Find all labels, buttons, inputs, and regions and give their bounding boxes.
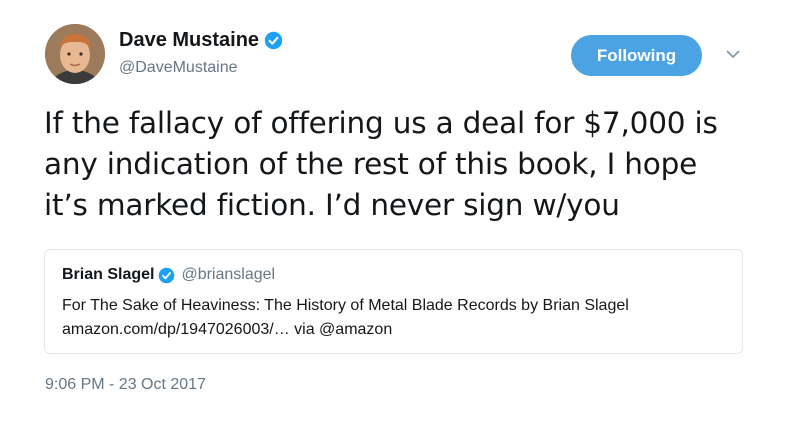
author-name-row[interactable]: Dave Mustaine (119, 29, 283, 52)
tweet-timestamp[interactable]: 9:06 PM - 23 Oct 2017 (45, 376, 206, 394)
tweet-text: If the fallacy of offering us a deal for… (44, 103, 774, 226)
tweet-text-line: it’s marked fiction. I’d never sign w/yo… (44, 188, 620, 222)
chevron-down-icon[interactable] (726, 50, 740, 59)
author-handle[interactable]: @DaveMustaine (119, 59, 238, 77)
quoted-tweet-text: For The Sake of Heaviness: The History o… (62, 297, 629, 314)
quoted-author-handle: @brianslagel (181, 266, 276, 283)
quoted-tweet-link: amazon.com/dp/1947026003/… via @amazon (62, 321, 393, 338)
author-display-name[interactable]: Dave Mustaine (119, 29, 259, 52)
avatar-image (45, 24, 105, 84)
following-button[interactable]: Following (571, 35, 702, 76)
quoted-tweet-card[interactable]: Brian Slagel @brianslagel For The Sake o… (44, 249, 743, 354)
quoted-author-name: Brian Slagel (62, 266, 155, 283)
verified-badge-icon (159, 267, 175, 283)
quoted-tweet-header: Brian Slagel @brianslagel (62, 266, 275, 284)
verified-badge-icon (264, 31, 283, 50)
tweet-text-line: any indication of the rest of this book,… (44, 147, 698, 181)
avatar[interactable] (45, 24, 105, 84)
tweet-text-line: If the fallacy of offering us a deal for… (44, 106, 718, 140)
